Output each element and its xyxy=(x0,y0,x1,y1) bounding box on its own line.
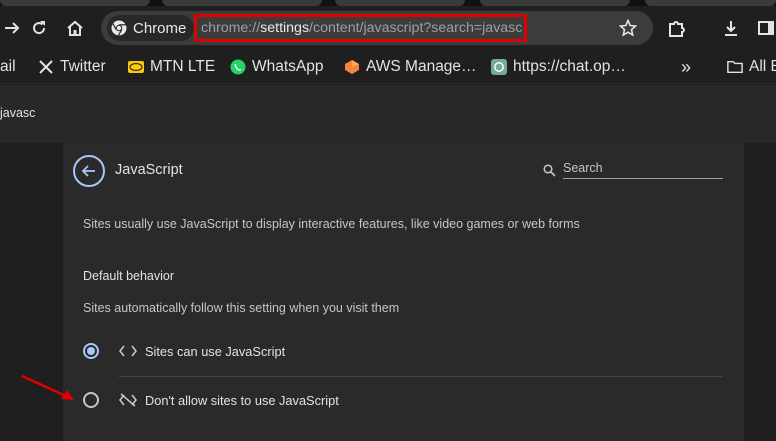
x-logo-icon xyxy=(38,59,54,75)
option-block-javascript[interactable]: Don't allow sites to use JavaScript xyxy=(75,377,722,423)
bookmark-twitter[interactable]: Twitter xyxy=(38,56,106,78)
bookmark-label: AWS Manage… xyxy=(366,58,477,75)
whatsapp-icon xyxy=(230,59,246,75)
code-brackets-icon xyxy=(119,343,139,359)
code-off-icon xyxy=(119,392,139,408)
extensions-button[interactable] xyxy=(665,16,689,40)
default-behavior-heading: Default behavior xyxy=(83,269,175,283)
bookmark-label: Twitter xyxy=(60,58,106,75)
side-panel-icon xyxy=(758,21,774,35)
option-label: Sites can use JavaScript xyxy=(145,343,286,359)
bookmarks-overflow-button[interactable]: » xyxy=(681,56,691,78)
arrow-left-icon xyxy=(81,165,95,177)
folder-icon xyxy=(727,59,743,75)
bookmark-star-button[interactable] xyxy=(618,18,638,41)
settings-header: javasc xyxy=(0,85,776,143)
default-behavior-subtitle: Sites automatically follow this setting … xyxy=(83,301,400,315)
site-chip-label: Chrome xyxy=(133,19,187,37)
bookmark-mail[interactable]: ail xyxy=(0,56,16,78)
settings-search-value[interactable]: javasc xyxy=(0,106,35,120)
url-host: settings xyxy=(260,20,310,36)
javascript-settings-card: JavaScript Sites usually use JavaScript … xyxy=(63,143,744,441)
toolbar: Chrome chrome://settings/content/javascr… xyxy=(0,6,776,50)
url-scheme: chrome:// xyxy=(201,20,261,36)
bookmark-aws[interactable]: AWS Manage… xyxy=(344,56,477,78)
openai-icon xyxy=(491,59,507,75)
arrow-right-icon xyxy=(5,22,20,34)
back-button[interactable] xyxy=(73,155,105,187)
mtn-logo-icon xyxy=(128,59,144,75)
reload-icon xyxy=(33,21,46,35)
download-icon xyxy=(725,21,737,36)
red-annotation-arrow-icon xyxy=(21,374,74,400)
bookmark-label: ail xyxy=(0,58,16,75)
side-panel-button[interactable] xyxy=(754,16,776,40)
aws-icon xyxy=(344,59,360,75)
radio-block-javascript[interactable] xyxy=(83,392,99,408)
radio-allow-javascript[interactable] xyxy=(83,343,99,359)
option-label: Don't allow sites to use JavaScript xyxy=(145,392,339,408)
bookmark-label: https://chat.op… xyxy=(513,58,626,75)
star-icon xyxy=(618,18,638,37)
home-icon xyxy=(67,20,83,36)
overflow-chevron-icon: » xyxy=(681,56,692,77)
option-allow-javascript[interactable]: Sites can use JavaScript xyxy=(75,328,722,374)
chrome-logo-icon xyxy=(111,20,127,36)
bookmark-label: MTN LTE xyxy=(150,58,216,75)
bookmark-whatsapp[interactable]: WhatsApp xyxy=(230,56,324,78)
downloads-button[interactable] xyxy=(719,16,743,40)
bookmark-chat-openai[interactable]: https://chat.op… xyxy=(491,56,626,78)
bookmark-mtn-lte[interactable]: MTN LTE xyxy=(128,56,215,78)
bookmark-label: All B xyxy=(749,58,776,75)
search-icon xyxy=(543,164,556,177)
omnibox[interactable]: Chrome chrome://settings/content/javascr… xyxy=(101,11,653,45)
url-path: /content/javascript?search=javasc xyxy=(309,20,523,36)
reload-button[interactable] xyxy=(27,16,51,40)
page-title: JavaScript xyxy=(115,162,183,178)
site-search xyxy=(543,159,723,179)
page-description: Sites usually use JavaScript to display … xyxy=(83,217,580,231)
forward-button[interactable] xyxy=(0,16,24,40)
site-chip[interactable]: Chrome xyxy=(107,15,195,41)
bookmarks-bar: ail Twitter MTN LTE WhatsApp AWS Manage… xyxy=(0,50,776,84)
browser-window: Chrome chrome://settings/content/javascr… xyxy=(0,0,776,441)
home-button[interactable] xyxy=(63,16,87,40)
settings-page: JavaScript Sites usually use JavaScript … xyxy=(0,143,776,441)
bookmark-all-bookmarks[interactable]: All B xyxy=(727,56,776,78)
url-highlight-box[interactable]: chrome://settings/content/javascript?sea… xyxy=(194,14,527,42)
puzzle-icon xyxy=(669,21,685,37)
search-input[interactable] xyxy=(563,159,723,179)
bookmark-label: WhatsApp xyxy=(252,58,324,75)
